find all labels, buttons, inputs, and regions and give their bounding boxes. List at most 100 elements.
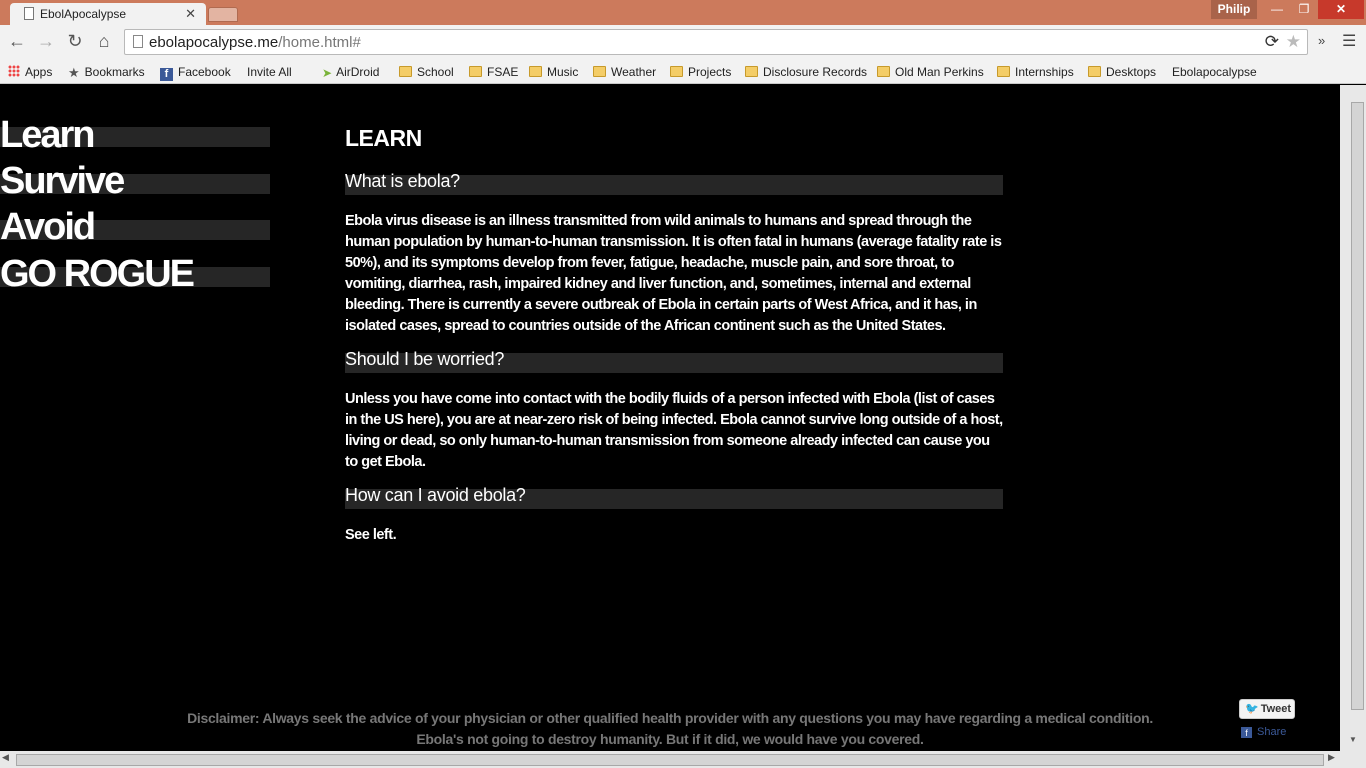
bookmark-label: Weather	[611, 65, 657, 79]
bookmark-label: Music	[547, 65, 579, 79]
page-title: LEARN	[345, 125, 422, 151]
bookmark-internships[interactable]: Internships	[997, 63, 1074, 81]
bookmark-music[interactable]: Music	[529, 63, 578, 81]
bookmark-label: FSAE	[487, 65, 519, 79]
airdroid-icon: ➤	[322, 66, 333, 80]
folder-icon	[399, 66, 412, 77]
bookmark-invite-all[interactable]: Invite All	[247, 63, 292, 160]
folder-icon	[529, 66, 542, 77]
bookmark-label: Ebolapocalypse	[1172, 65, 1257, 79]
bookmark-label: Old Man Perkins	[895, 65, 984, 79]
bookmark-label: Bookmarks	[84, 65, 145, 79]
star-icon: ★	[68, 65, 80, 80]
page-icon	[24, 7, 34, 20]
extension-sync-icon[interactable]: ⟳	[1265, 32, 1279, 52]
overflow-chevron-icon[interactable]: »	[1318, 33, 1325, 48]
url-text: ebolapocalypse.me/home.html#	[149, 34, 361, 51]
bookmark-fsae[interactable]: FSAE	[469, 63, 518, 81]
back-icon[interactable]: ←	[6, 30, 28, 52]
bookmark-label: AirDroid	[336, 65, 380, 79]
folder-icon	[469, 66, 482, 77]
twitter-bird-icon: 🐦	[1245, 703, 1259, 715]
scroll-left-icon[interactable]: ◀	[2, 752, 9, 763]
lead-text: Ebola virus disease	[345, 213, 471, 229]
page-icon	[133, 35, 143, 48]
folder-icon	[670, 66, 683, 77]
section-header: How can I avoid ebola?	[345, 485, 1003, 509]
horizontal-scrollbar[interactable]: ◀ ▶	[0, 751, 1366, 768]
tweet-button[interactable]: 🐦 Tweet	[1239, 699, 1295, 719]
section-title: What is ebola?	[345, 171, 460, 191]
bookmark-weather[interactable]: Weather	[593, 63, 656, 81]
home-icon[interactable]: ⌂	[93, 30, 115, 52]
facebook-icon: f	[160, 68, 173, 81]
bookmark-bookmarks[interactable]: ★ Bookmarks	[68, 63, 145, 81]
body-text: is an illness transmitted from wild anim…	[345, 213, 1002, 334]
new-tab-button[interactable]	[208, 7, 238, 22]
bookmark-label: Facebook	[178, 65, 231, 79]
bookmark-star-icon[interactable]: ★	[1286, 32, 1301, 52]
bookmark-apps[interactable]: Apps	[8, 63, 52, 81]
bookmarks-bar: Apps ★ Bookmarks f Facebook Invite All ➤ Ai…	[0, 59, 1366, 160]
bookmark-label: Internships	[1015, 65, 1074, 79]
disclaimer: Disclaimer: Always seek the advice of yo…	[0, 708, 1340, 750]
address-bar[interactable]: ebolapocalypse.me/home.html# ⟳ ★	[124, 29, 1308, 55]
bookmark-desktops[interactable]: Desktops	[1088, 63, 1156, 81]
folder-icon	[1088, 66, 1101, 77]
bookmark-old-man-perkins[interactable]: Old Man Perkins	[877, 63, 984, 81]
section-title: Should I be worried?	[345, 349, 505, 369]
share-button[interactable]: f Share	[1241, 726, 1286, 738]
profile-button[interactable]: Philip	[1211, 0, 1257, 19]
scroll-right-icon[interactable]: ▶	[1328, 752, 1335, 763]
folder-icon	[745, 66, 758, 77]
bookmark-label: Invite All	[247, 65, 292, 79]
forward-icon[interactable]: →	[35, 30, 57, 52]
url-host: ebolapocalypse.me	[149, 34, 279, 51]
apps-icon	[8, 65, 20, 77]
page-viewport: Learn Survive Avoid GO ROGUE LEARN What …	[0, 85, 1340, 751]
scrollbar-thumb[interactable]	[16, 754, 1324, 766]
bookmark-disclosure-records[interactable]: Disclosure Records	[745, 63, 867, 81]
scrollbar-thumb[interactable]	[1351, 102, 1364, 710]
section-header: Should I be worried?	[345, 349, 1003, 373]
section-title: How can I avoid ebola?	[345, 485, 526, 505]
bookmark-ebolapocalypse[interactable]: Ebolapocalypse	[1172, 63, 1257, 160]
menu-icon[interactable]: ☰	[1342, 31, 1356, 51]
bookmark-label: Desktops	[1106, 65, 1157, 79]
bookmark-label: Apps	[25, 65, 53, 79]
nav-label: Survive	[0, 160, 125, 202]
bookmark-airdroid[interactable]: ➤ AirDroid	[322, 63, 379, 81]
browser-toolbar: ← → ↻ ⌂ ebolapocalypse.me/home.html# ⟳ ★…	[0, 25, 1366, 59]
bookmark-label: School	[417, 65, 454, 79]
disclaimer-line: Ebola's not going to destroy humanity. B…	[416, 731, 924, 747]
nav-label: GO ROGUE	[0, 253, 195, 295]
reload-icon[interactable]: ↻	[64, 30, 86, 52]
section-body: See left.	[345, 527, 397, 543]
bookmark-label: Projects	[688, 65, 732, 79]
section-body: Unless you have come into contact with t…	[345, 391, 1003, 470]
vertical-scrollbar[interactable]: ▼	[1340, 85, 1366, 751]
bookmark-school[interactable]: School	[399, 63, 454, 81]
tab-close-icon[interactable]: ✕	[185, 6, 196, 22]
browser-tab[interactable]: EbolApocalypse ✕	[10, 3, 206, 25]
section-header: What is ebola?	[345, 171, 1003, 195]
facebook-icon: f	[1241, 727, 1252, 738]
url-path: /home.html#	[278, 34, 361, 51]
share-label: Share	[1257, 726, 1287, 738]
restore-icon[interactable]: ❐	[1291, 0, 1317, 19]
nav-label: Avoid	[0, 206, 96, 248]
bookmark-label: Disclosure Records	[763, 65, 868, 79]
disclaimer-line: Disclaimer: Always seek the advice of yo…	[187, 710, 1153, 726]
folder-icon	[997, 66, 1010, 77]
tweet-label: Tweet	[1260, 703, 1292, 715]
scroll-down-icon[interactable]: ▼	[1340, 733, 1366, 747]
tab-title: EbolApocalypse	[40, 7, 127, 21]
nav-label: Learn	[0, 114, 95, 156]
window-close-icon[interactable]: ✕	[1318, 0, 1364, 19]
bookmark-facebook[interactable]: f Facebook	[160, 63, 231, 81]
window-titlebar: EbolApocalypse ✕ Philip — ❐ ✕	[0, 0, 1366, 25]
folder-icon	[877, 66, 890, 77]
bookmark-projects[interactable]: Projects	[670, 63, 731, 81]
minimize-icon[interactable]: —	[1263, 0, 1291, 19]
folder-icon	[593, 66, 606, 77]
